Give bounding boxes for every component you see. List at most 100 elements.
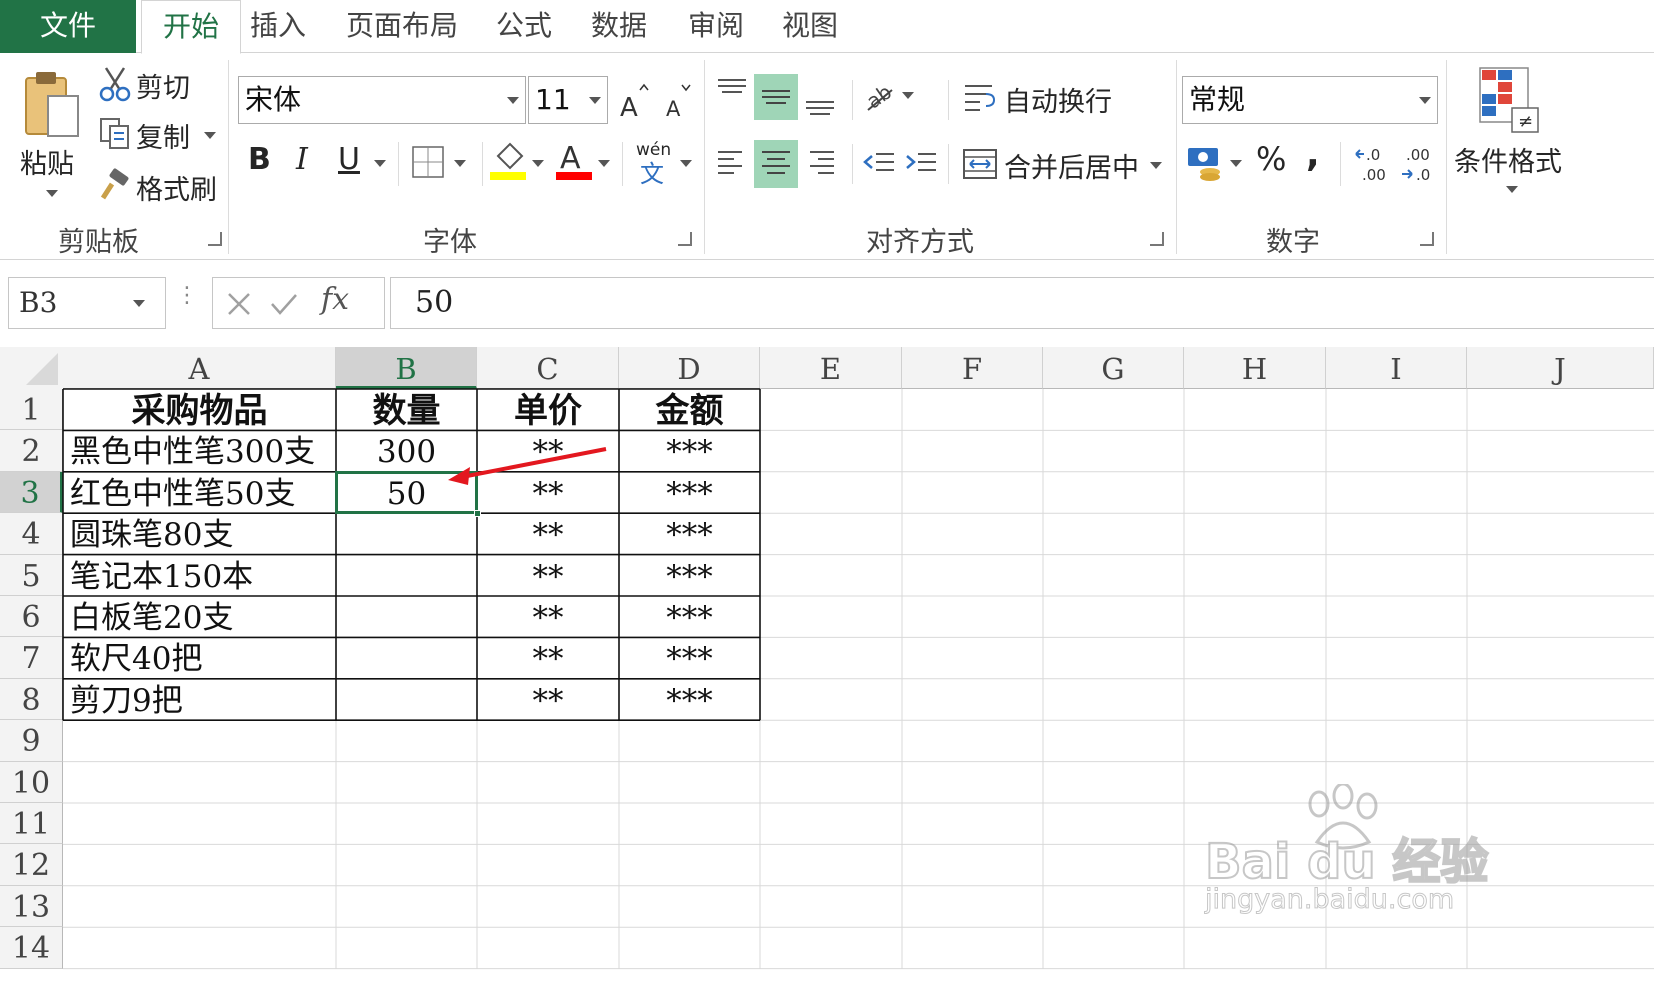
cell-a6[interactable]: 白板笔20支 <box>64 596 335 637</box>
cell-b5[interactable] <box>337 555 476 596</box>
align-left-icon[interactable] <box>714 146 750 182</box>
align-center-icon <box>762 151 790 174</box>
align-center-button[interactable] <box>754 140 798 188</box>
watermark-url: jingyan.baidu.com <box>1204 884 1455 916</box>
increase-font-size-button[interactable]: A <box>618 82 652 123</box>
chevron-down-icon <box>1506 186 1518 193</box>
font-group-label: 字体 <box>423 227 477 258</box>
cell-c7[interactable]: ** <box>478 637 618 678</box>
cell-c6[interactable]: ** <box>478 596 618 637</box>
merge-center-button[interactable]: 合并后居中 <box>962 140 1168 186</box>
align-bottom-icon[interactable] <box>802 84 838 120</box>
dialog-launcher-icon[interactable] <box>208 232 222 246</box>
cell-a5[interactable]: 笔记本150本 <box>64 555 335 596</box>
cell-b4[interactable] <box>337 513 476 554</box>
tab-file[interactable]: 文件 <box>0 0 136 53</box>
phonetic-guide-button[interactable]: wén 文 <box>634 140 694 188</box>
cell-a2[interactable]: 黑色中性笔300支 <box>64 430 335 471</box>
tab-page-layout[interactable]: 页面布局 <box>346 0 458 53</box>
cell-a1[interactable]: 采购物品 <box>64 389 335 430</box>
font-color-button[interactable]: A <box>554 138 612 184</box>
merge-cells-icon <box>963 149 997 179</box>
chevron-down-icon[interactable] <box>374 160 386 167</box>
cell-d7[interactable]: *** <box>620 637 759 678</box>
font-name-combobox[interactable]: 宋体 <box>238 76 526 124</box>
cut-button[interactable]: 剪切 <box>96 64 226 104</box>
tab-insert[interactable]: 插入 <box>250 0 306 53</box>
fill-color-button[interactable] <box>490 138 548 184</box>
chevron-down-icon <box>1230 160 1242 167</box>
formula-input[interactable]: 50 <box>390 277 1654 329</box>
comma-style-button[interactable]: , <box>1306 134 1320 175</box>
cell-b1[interactable]: 数量 <box>337 389 476 430</box>
separator <box>948 144 949 184</box>
copy-button[interactable]: 复制 <box>96 114 226 154</box>
cell-a7[interactable]: 软尺40把 <box>64 637 335 678</box>
tab-review[interactable]: 审阅 <box>688 0 744 53</box>
cell-b8[interactable] <box>337 679 476 720</box>
align-middle-button[interactable] <box>754 74 798 120</box>
ribbon-tab-bar: 文件 开始 插入 页面布局 公式 数据 审阅 视图 <box>0 0 1654 54</box>
insert-function-button[interactable]: fx <box>321 282 349 317</box>
cell-b6[interactable] <box>337 596 476 637</box>
align-top-icon[interactable] <box>714 74 750 110</box>
increase-decimal-icon[interactable]: .0 .00 <box>1354 142 1394 186</box>
cancel-icon[interactable] <box>225 290 253 318</box>
increase-indent-icon[interactable] <box>904 146 940 182</box>
fill-handle[interactable] <box>474 510 481 518</box>
chevron-down-icon <box>1419 97 1431 104</box>
cell-c1[interactable]: 单价 <box>478 389 618 430</box>
conditional-format-icon: ≠ <box>1479 67 1539 133</box>
formula-bar-grip-icon[interactable]: ⋮ <box>176 283 198 323</box>
cell-d3[interactable]: *** <box>620 472 759 513</box>
merge-center-label: 合并后居中 <box>1004 153 1139 184</box>
decrease-decimal-icon[interactable]: .00 .0 <box>1400 142 1440 186</box>
tab-view[interactable]: 视图 <box>782 0 838 53</box>
decrease-font-size-button[interactable]: A <box>664 82 698 122</box>
cell-c8[interactable]: ** <box>478 679 618 720</box>
format-painter-button[interactable]: 格式刷 <box>96 164 226 208</box>
percent-style-button[interactable]: % <box>1256 140 1286 178</box>
cell-a3[interactable]: 红色中性笔50支 <box>64 472 335 513</box>
cut-label: 剪切 <box>136 73 190 104</box>
underline-button[interactable]: U <box>338 142 360 177</box>
cell-c4[interactable]: ** <box>478 513 618 554</box>
cell-d8[interactable]: *** <box>620 679 759 720</box>
enter-check-icon[interactable] <box>269 290 299 318</box>
italic-button[interactable]: I <box>296 142 308 177</box>
orientation-button[interactable]: ab <box>862 76 922 116</box>
cell-d4[interactable]: *** <box>620 513 759 554</box>
font-size-combobox[interactable]: 11 <box>528 76 608 124</box>
currency-icon <box>1188 148 1220 181</box>
format-painter-label: 格式刷 <box>136 175 217 206</box>
dialog-launcher-icon[interactable] <box>678 232 692 246</box>
cell-d6[interactable]: *** <box>620 596 759 637</box>
borders-button[interactable] <box>410 144 474 184</box>
svg-text:A: A <box>620 93 638 122</box>
cell-d1[interactable]: 金额 <box>620 389 759 430</box>
number-format-combobox[interactable]: 常规 <box>1182 76 1438 124</box>
clipboard-group-label: 剪贴板 <box>58 227 139 258</box>
tab-formulas[interactable]: 公式 <box>496 0 552 53</box>
align-right-icon[interactable] <box>802 146 838 182</box>
accounting-format-button[interactable] <box>1186 142 1246 186</box>
conditional-formatting-button[interactable]: ≠ 条件格式 <box>1452 62 1654 212</box>
decrease-font-icon: A <box>666 84 691 121</box>
tab-home[interactable]: 开始 <box>141 0 241 54</box>
cell-d2[interactable]: *** <box>620 430 759 471</box>
wrap-text-button[interactable]: 自动换行 <box>962 74 1122 120</box>
name-box[interactable]: B3 <box>8 277 166 329</box>
cell-c5[interactable]: ** <box>478 555 618 596</box>
dialog-launcher-icon[interactable] <box>1150 232 1164 246</box>
increase-font-icon: A <box>620 83 649 123</box>
dialog-launcher-icon[interactable] <box>1420 232 1434 246</box>
cell-a4[interactable]: 圆珠笔80支 <box>64 513 335 554</box>
bold-button[interactable]: B <box>248 142 271 177</box>
tab-data[interactable]: 数据 <box>591 0 647 53</box>
cell-b7[interactable] <box>337 637 476 678</box>
decrease-indent-icon[interactable] <box>862 146 898 182</box>
cell-d5[interactable]: *** <box>620 555 759 596</box>
svg-text:.00: .00 <box>1362 166 1386 184</box>
cell-a8[interactable]: 剪刀9把 <box>64 679 335 720</box>
chevron-down-icon <box>680 160 692 167</box>
